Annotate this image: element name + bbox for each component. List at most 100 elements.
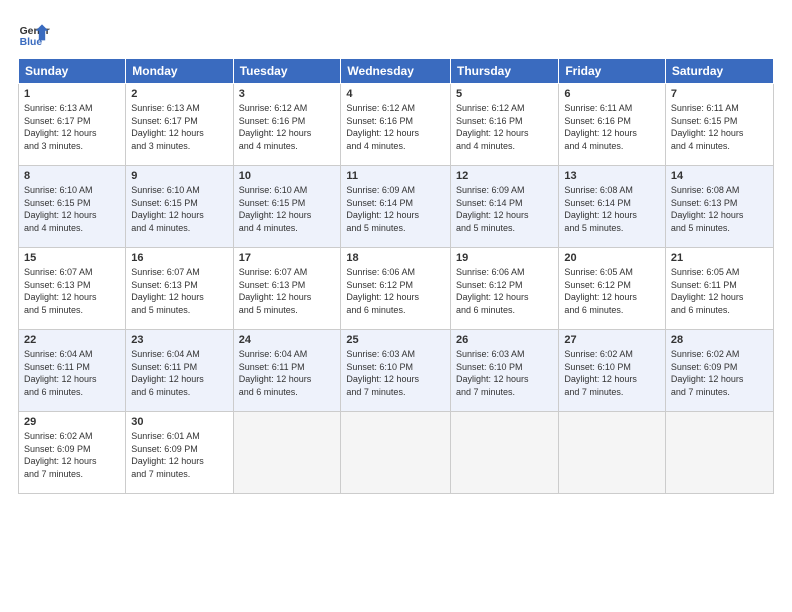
week-row-3: 15 Sunrise: 6:07 AM Sunset: 6:13 PM Dayli… bbox=[19, 248, 774, 330]
calendar-cell bbox=[559, 412, 666, 494]
day-number: 12 bbox=[456, 170, 553, 182]
day-info: Sunrise: 6:11 AM Sunset: 6:16 PM Dayligh… bbox=[564, 102, 660, 152]
week-row-1: 1 Sunrise: 6:13 AM Sunset: 6:17 PM Daylig… bbox=[19, 84, 774, 166]
day-number: 2 bbox=[131, 88, 227, 100]
day-info: Sunrise: 6:02 AM Sunset: 6:09 PM Dayligh… bbox=[24, 430, 120, 480]
weekday-header-row: SundayMondayTuesdayWednesdayThursdayFrid… bbox=[19, 59, 774, 84]
day-number: 27 bbox=[564, 334, 660, 346]
calendar-cell: 2 Sunrise: 6:13 AM Sunset: 6:17 PM Daylig… bbox=[126, 84, 233, 166]
calendar-cell: 20Sunrise: 6:05 AM Sunset: 6:12 PM Dayli… bbox=[559, 248, 666, 330]
day-number: 23 bbox=[131, 334, 227, 346]
day-number: 28 bbox=[671, 334, 768, 346]
calendar-cell: 6 Sunrise: 6:11 AM Sunset: 6:16 PM Daylig… bbox=[559, 84, 666, 166]
day-info: Sunrise: 6:09 AM Sunset: 6:14 PM Dayligh… bbox=[346, 184, 445, 234]
weekday-header-thursday: Thursday bbox=[451, 59, 559, 84]
calendar-cell: 1 Sunrise: 6:13 AM Sunset: 6:17 PM Daylig… bbox=[19, 84, 126, 166]
day-number: 30 bbox=[131, 416, 227, 428]
logo: General Blue bbox=[18, 18, 50, 50]
day-number: 11 bbox=[346, 170, 445, 182]
calendar-cell bbox=[451, 412, 559, 494]
calendar-cell: 9Sunrise: 6:10 AM Sunset: 6:15 PM Daylig… bbox=[126, 166, 233, 248]
day-number: 9 bbox=[131, 170, 227, 182]
day-info: Sunrise: 6:12 AM Sunset: 6:16 PM Dayligh… bbox=[456, 102, 553, 152]
day-info: Sunrise: 6:04 AM Sunset: 6:11 PM Dayligh… bbox=[24, 348, 120, 398]
weekday-header-saturday: Saturday bbox=[665, 59, 773, 84]
calendar-container: General Blue SundayMondayTuesdayWednesda… bbox=[0, 0, 792, 612]
day-number: 26 bbox=[456, 334, 553, 346]
calendar-cell: 22 Sunrise: 6:04 AM Sunset: 6:11 PM Dayli… bbox=[19, 330, 126, 412]
weekday-header-monday: Monday bbox=[126, 59, 233, 84]
calendar-cell: 7 Sunrise: 6:11 AM Sunset: 6:15 PM Daylig… bbox=[665, 84, 773, 166]
day-info: Sunrise: 6:11 AM Sunset: 6:15 PM Dayligh… bbox=[671, 102, 768, 152]
calendar-cell bbox=[341, 412, 451, 494]
calendar-cell: 11 Sunrise: 6:09 AM Sunset: 6:14 PM Dayli… bbox=[341, 166, 451, 248]
day-info: Sunrise: 6:06 AM Sunset: 6:12 PM Dayligh… bbox=[456, 266, 553, 316]
day-info: Sunrise: 6:13 AM Sunset: 6:17 PM Dayligh… bbox=[24, 102, 120, 152]
calendar-cell bbox=[665, 412, 773, 494]
day-info: Sunrise: 6:03 AM Sunset: 6:10 PM Dayligh… bbox=[346, 348, 445, 398]
day-info: Sunrise: 6:05 AM Sunset: 6:12 PM Dayligh… bbox=[564, 266, 660, 316]
svg-text:General: General bbox=[20, 26, 50, 37]
day-info: Sunrise: 6:13 AM Sunset: 6:17 PM Dayligh… bbox=[131, 102, 227, 152]
day-number: 6 bbox=[564, 88, 660, 100]
week-row-2: 8 Sunrise: 6:10 AM Sunset: 6:15 PM Daylig… bbox=[19, 166, 774, 248]
calendar-cell: 19 Sunrise: 6:06 AM Sunset: 6:12 PM Dayli… bbox=[451, 248, 559, 330]
calendar-cell: 4Sunrise: 6:12 AM Sunset: 6:16 PM Daylig… bbox=[341, 84, 451, 166]
day-info: Sunrise: 6:07 AM Sunset: 6:13 PM Dayligh… bbox=[239, 266, 336, 316]
day-number: 17 bbox=[239, 252, 336, 264]
day-number: 19 bbox=[456, 252, 553, 264]
day-info: Sunrise: 6:07 AM Sunset: 6:13 PM Dayligh… bbox=[131, 266, 227, 316]
day-number: 13 bbox=[564, 170, 660, 182]
day-number: 4 bbox=[346, 88, 445, 100]
calendar-cell: 12 Sunrise: 6:09 AM Sunset: 6:14 PM Dayli… bbox=[451, 166, 559, 248]
day-number: 15 bbox=[24, 252, 120, 264]
calendar-cell: 3 Sunrise: 6:12 AM Sunset: 6:16 PM Daylig… bbox=[233, 84, 341, 166]
weekday-header-wednesday: Wednesday bbox=[341, 59, 451, 84]
day-info: Sunrise: 6:06 AM Sunset: 6:12 PM Dayligh… bbox=[346, 266, 445, 316]
calendar-cell: 16 Sunrise: 6:07 AM Sunset: 6:13 PM Dayli… bbox=[126, 248, 233, 330]
calendar-cell: 18 Sunrise: 6:06 AM Sunset: 6:12 PM Dayli… bbox=[341, 248, 451, 330]
calendar-cell: 10Sunrise: 6:10 AM Sunset: 6:15 PM Dayli… bbox=[233, 166, 341, 248]
day-number: 14 bbox=[671, 170, 768, 182]
calendar-cell: 27Sunrise: 6:02 AM Sunset: 6:10 PM Dayli… bbox=[559, 330, 666, 412]
day-number: 16 bbox=[131, 252, 227, 264]
day-number: 18 bbox=[346, 252, 445, 264]
day-number: 3 bbox=[239, 88, 336, 100]
header: General Blue bbox=[18, 18, 774, 50]
day-number: 21 bbox=[671, 252, 768, 264]
day-number: 5 bbox=[456, 88, 553, 100]
day-number: 1 bbox=[24, 88, 120, 100]
calendar-cell: 28 Sunrise: 6:02 AM Sunset: 6:09 PM Dayli… bbox=[665, 330, 773, 412]
calendar-cell: 30 Sunrise: 6:01 AM Sunset: 6:09 PM Dayli… bbox=[126, 412, 233, 494]
day-info: Sunrise: 6:04 AM Sunset: 6:11 PM Dayligh… bbox=[131, 348, 227, 398]
day-number: 22 bbox=[24, 334, 120, 346]
calendar-cell: 24Sunrise: 6:04 AM Sunset: 6:11 PM Dayli… bbox=[233, 330, 341, 412]
day-info: Sunrise: 6:12 AM Sunset: 6:16 PM Dayligh… bbox=[239, 102, 336, 152]
logo-icon: General Blue bbox=[18, 18, 50, 50]
day-number: 8 bbox=[24, 170, 120, 182]
week-row-5: 29 Sunrise: 6:02 AM Sunset: 6:09 PM Dayli… bbox=[19, 412, 774, 494]
day-info: Sunrise: 6:09 AM Sunset: 6:14 PM Dayligh… bbox=[456, 184, 553, 234]
calendar-cell: 15 Sunrise: 6:07 AM Sunset: 6:13 PM Dayli… bbox=[19, 248, 126, 330]
weekday-header-tuesday: Tuesday bbox=[233, 59, 341, 84]
calendar-table: SundayMondayTuesdayWednesdayThursdayFrid… bbox=[18, 58, 774, 494]
calendar-cell: 26 Sunrise: 6:03 AM Sunset: 6:10 PM Dayli… bbox=[451, 330, 559, 412]
calendar-cell: 13 Sunrise: 6:08 AM Sunset: 6:14 PM Dayli… bbox=[559, 166, 666, 248]
day-info: Sunrise: 6:02 AM Sunset: 6:09 PM Dayligh… bbox=[671, 348, 768, 398]
day-info: Sunrise: 6:10 AM Sunset: 6:15 PM Dayligh… bbox=[239, 184, 336, 234]
day-number: 7 bbox=[671, 88, 768, 100]
calendar-cell: 8 Sunrise: 6:10 AM Sunset: 6:15 PM Daylig… bbox=[19, 166, 126, 248]
day-info: Sunrise: 6:03 AM Sunset: 6:10 PM Dayligh… bbox=[456, 348, 553, 398]
calendar-cell: 17 Sunrise: 6:07 AM Sunset: 6:13 PM Dayli… bbox=[233, 248, 341, 330]
day-number: 25 bbox=[346, 334, 445, 346]
calendar-cell: 14Sunrise: 6:08 AM Sunset: 6:13 PM Dayli… bbox=[665, 166, 773, 248]
day-number: 29 bbox=[24, 416, 120, 428]
calendar-cell: 5 Sunrise: 6:12 AM Sunset: 6:16 PM Daylig… bbox=[451, 84, 559, 166]
week-row-4: 22 Sunrise: 6:04 AM Sunset: 6:11 PM Dayli… bbox=[19, 330, 774, 412]
day-number: 24 bbox=[239, 334, 336, 346]
calendar-cell: 21Sunrise: 6:05 AM Sunset: 6:11 PM Dayli… bbox=[665, 248, 773, 330]
day-info: Sunrise: 6:08 AM Sunset: 6:14 PM Dayligh… bbox=[564, 184, 660, 234]
day-info: Sunrise: 6:01 AM Sunset: 6:09 PM Dayligh… bbox=[131, 430, 227, 480]
day-info: Sunrise: 6:10 AM Sunset: 6:15 PM Dayligh… bbox=[24, 184, 120, 234]
day-info: Sunrise: 6:07 AM Sunset: 6:13 PM Dayligh… bbox=[24, 266, 120, 316]
